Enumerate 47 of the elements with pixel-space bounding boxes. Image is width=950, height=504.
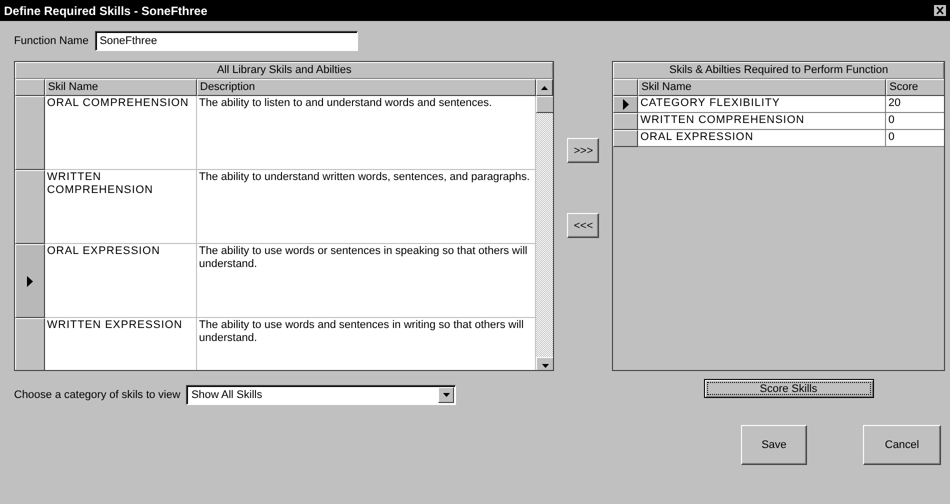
grid-title: Skils & Abilties Required to Perform Function	[613, 62, 944, 79]
field-label: Function Name	[14, 35, 89, 47]
field-label: Choose a category of skils to view	[14, 389, 180, 401]
down-arrow-icon	[442, 393, 450, 397]
row-selector[interactable]	[15, 318, 45, 370]
table-cell: 20	[886, 96, 944, 113]
input-field[interactable]: SoneFthree	[94, 31, 358, 51]
scroll-up-button[interactable]	[536, 79, 554, 96]
table-cell: The ability to use words and sentences in writing so that others will understand.	[197, 318, 536, 370]
corner-header	[15, 79, 45, 96]
row-selector[interactable]	[15, 96, 45, 170]
row-selector[interactable]	[613, 130, 638, 147]
scroll-thumb[interactable]	[536, 96, 554, 113]
table-cell: ORAL EXPRESSION	[45, 244, 197, 318]
table-cell: 0	[886, 113, 944, 130]
down-arrow-icon	[542, 364, 548, 368]
table-cell: 0	[886, 130, 944, 147]
row-selector[interactable]	[613, 96, 638, 113]
table-cell: WRITTEN COMPREHENSION	[638, 113, 886, 130]
row-selector[interactable]	[15, 170, 45, 244]
cancel-button[interactable]: Cancel	[863, 425, 941, 465]
scrollbar[interactable]	[536, 96, 554, 370]
score-skills-button[interactable]: Score Skills	[704, 379, 874, 398]
table-cell: The ability to listen to and understand words and sentences.	[197, 96, 536, 170]
row-selector[interactable]	[613, 113, 638, 130]
category-dropdown[interactable]: Show All Skills	[186, 385, 456, 405]
table-cell: ORAL EXPRESSION	[638, 130, 886, 147]
column-header: Skil Name	[45, 79, 197, 96]
table-cell: The ability to use words or sentences in speaking so that others will understand.	[197, 244, 536, 318]
window-title: Define Required Skills - SoneFthree	[4, 4, 208, 18]
column-header: Skil Name	[638, 79, 886, 96]
table-cell: The ability to understand written words, sentences, and paragraphs.	[197, 170, 536, 244]
corner-header	[613, 79, 638, 96]
table-cell: WRITTEN COMPREHENSION	[45, 170, 197, 244]
scroll-down-button[interactable]	[536, 357, 554, 370]
column-header: Description	[197, 79, 536, 96]
table-cell: CATEGORY FLEXIBILITY	[638, 96, 886, 113]
save-button[interactable]: Save	[741, 425, 807, 465]
row-selector[interactable]	[15, 244, 45, 318]
close-icon[interactable]	[934, 5, 946, 16]
grid-title: All Library Skils and Abilties	[15, 62, 554, 79]
table-cell: ORAL COMPREHENSION	[45, 96, 197, 170]
add-button[interactable]: >>>	[567, 138, 600, 163]
dropdown-button[interactable]	[438, 387, 454, 403]
remove-button[interactable]: <<<	[567, 213, 600, 238]
table-cell: WRITTEN EXPRESSION	[45, 318, 197, 370]
up-arrow-icon	[541, 86, 548, 90]
